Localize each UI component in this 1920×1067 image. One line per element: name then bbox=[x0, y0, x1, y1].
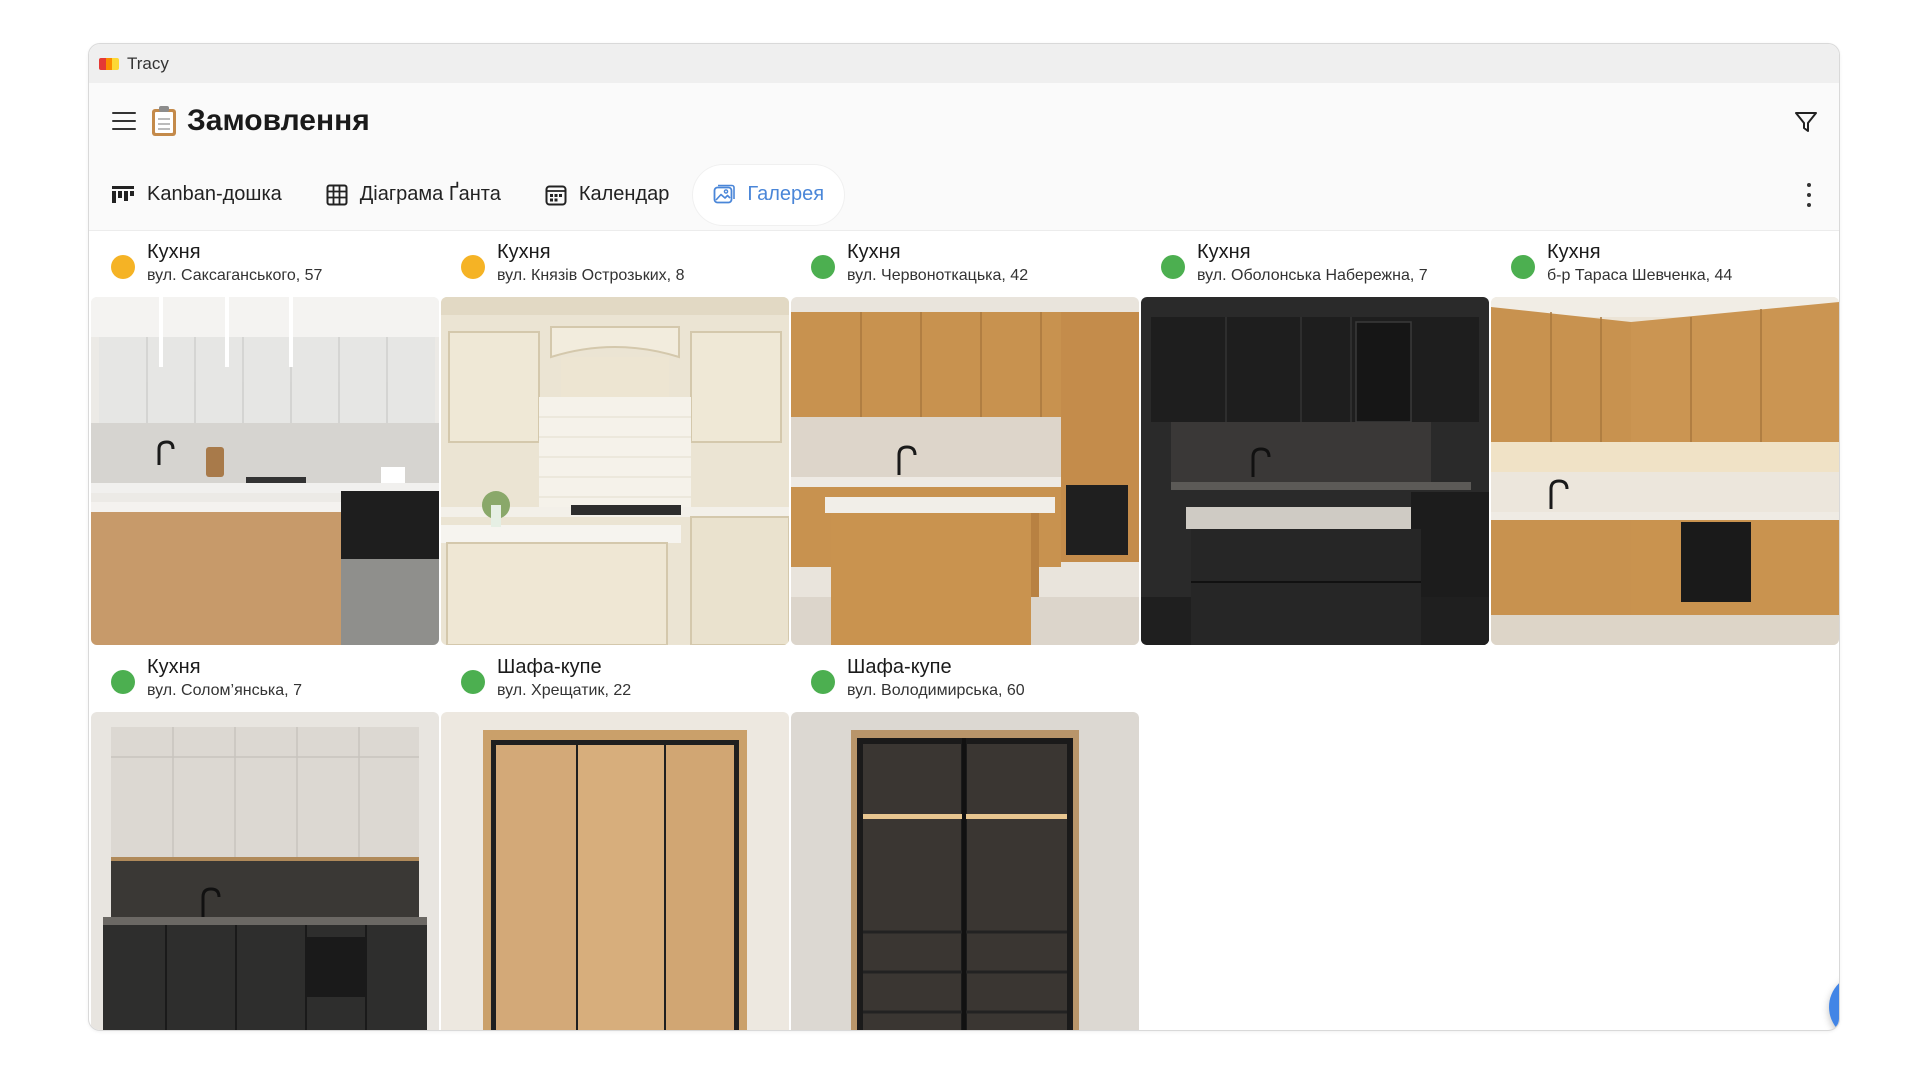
card-title: Шафа-купе bbox=[497, 656, 602, 678]
gallery-card[interactable]: Кухня б-р Тараса Шевченка, 44 bbox=[1491, 231, 1839, 645]
page-header: Замовлення bbox=[89, 83, 1839, 159]
card-image bbox=[91, 297, 439, 645]
card-header: Кухня вул. Солом’янська, 7 bbox=[91, 646, 439, 712]
card-header: Кухня вул. Саксаганського, 57 bbox=[91, 231, 439, 297]
card-address: вул. Володимирська, 60 bbox=[847, 682, 1025, 699]
status-dot bbox=[1161, 255, 1185, 279]
gallery-card[interactable]: Кухня вул. Червоноткацька, 42 bbox=[791, 231, 1139, 645]
tab-gallery[interactable]: Галерея bbox=[693, 164, 845, 225]
gallery-card[interactable]: Кухня вул. Оболонська Набережна, 7 bbox=[1141, 231, 1489, 645]
card-image bbox=[791, 297, 1139, 645]
kanban-icon bbox=[112, 185, 134, 203]
card-title: Кухня bbox=[147, 656, 201, 678]
app-title: Tracy bbox=[127, 53, 169, 73]
card-title: Шафа-купе bbox=[847, 656, 952, 678]
clipboard-icon bbox=[151, 106, 177, 136]
card-header: Шафа-купе вул. Володимирська, 60 bbox=[791, 646, 1139, 712]
card-title: Кухня bbox=[147, 241, 201, 263]
status-dot bbox=[461, 255, 485, 279]
tab-kanban-label: Kanban-дошка bbox=[147, 183, 282, 205]
card-image bbox=[441, 297, 789, 645]
card-header: Кухня б-р Тараса Шевченка, 44 bbox=[1491, 231, 1839, 297]
more-options-icon[interactable] bbox=[1805, 183, 1813, 207]
card-address: б-р Тараса Шевченка, 44 bbox=[1547, 267, 1733, 284]
card-header: Кухня вул. Князів Острозьких, 8 bbox=[441, 231, 789, 297]
card-image bbox=[91, 712, 439, 1030]
gallery-card[interactable]: Кухня вул. Князів Острозьких, 8 bbox=[441, 231, 789, 645]
card-title: Кухня bbox=[497, 241, 551, 263]
calendar-icon bbox=[545, 185, 567, 205]
status-dot bbox=[111, 670, 135, 694]
card-image bbox=[791, 712, 1139, 1030]
menu-icon[interactable] bbox=[111, 110, 137, 132]
title-bar: Tracy bbox=[89, 44, 1839, 83]
view-tabs: Kanban-дошка Діаграма Ґанта Календар Гал… bbox=[89, 159, 1839, 231]
card-header: Кухня вул. Червоноткацька, 42 bbox=[791, 231, 1139, 297]
gallery-card[interactable]: Кухня вул. Солом’янська, 7 bbox=[91, 646, 439, 1030]
card-address: вул. Червоноткацька, 42 bbox=[847, 267, 1029, 284]
status-dot bbox=[1511, 255, 1535, 279]
status-dot bbox=[811, 670, 835, 694]
card-image bbox=[1141, 297, 1489, 645]
tab-calendar[interactable]: Календар bbox=[525, 165, 690, 225]
card-image bbox=[1491, 297, 1839, 645]
card-title: Кухня bbox=[847, 241, 901, 263]
card-address: вул. Саксаганського, 57 bbox=[147, 267, 323, 284]
card-address: вул. Князів Острозьких, 8 bbox=[497, 267, 685, 284]
card-address: вул. Оболонська Набережна, 7 bbox=[1197, 267, 1428, 284]
card-image bbox=[441, 712, 789, 1030]
gantt-icon bbox=[326, 184, 348, 205]
status-dot bbox=[811, 255, 835, 279]
tab-calendar-label: Календар bbox=[578, 183, 670, 205]
card-address: вул. Хрещатик, 22 bbox=[497, 682, 632, 699]
gallery-card[interactable]: Шафа-купе вул. Хрещатик, 22 bbox=[441, 646, 789, 1030]
status-dot bbox=[461, 670, 485, 694]
status-dot bbox=[111, 255, 135, 279]
card-title: Кухня bbox=[1547, 241, 1601, 263]
card-title: Кухня bbox=[1197, 241, 1251, 263]
card-address: вул. Солом’янська, 7 bbox=[147, 682, 302, 699]
gallery-card[interactable]: Шафа-купе вул. Володимирська, 60 bbox=[791, 646, 1139, 1030]
tab-gallery-label: Галерея bbox=[747, 183, 825, 205]
app-logo-icon bbox=[99, 57, 119, 70]
tab-gantt[interactable]: Діаграма Ґанта bbox=[306, 165, 521, 225]
filter-icon[interactable] bbox=[1793, 109, 1819, 135]
app-window: Tracy Замовлення Kanban-дошка Діаграма Ґ… bbox=[88, 43, 1840, 1031]
tab-kanban[interactable]: Kanban-дошка bbox=[111, 165, 302, 225]
card-header: Шафа-купе вул. Хрещатик, 22 bbox=[441, 646, 789, 712]
gallery-card[interactable]: Кухня вул. Саксаганського, 57 bbox=[91, 231, 439, 645]
tab-gantt-label: Діаграма Ґанта bbox=[359, 183, 501, 205]
add-order-button[interactable] bbox=[1829, 974, 1839, 1030]
page-title: Замовлення bbox=[187, 104, 370, 137]
gallery-icon bbox=[713, 184, 736, 203]
card-header: Кухня вул. Оболонська Набережна, 7 bbox=[1141, 231, 1489, 297]
